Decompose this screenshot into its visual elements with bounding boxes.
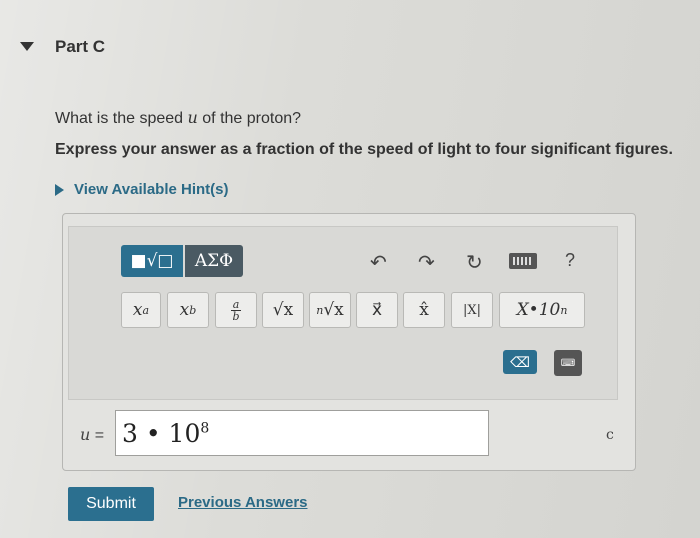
input-mode-switch: ■√□ ΑΣΦ <box>121 245 243 277</box>
keyboard-shortcuts-icon[interactable] <box>509 253 537 269</box>
previous-answers-link[interactable]: Previous Answers <box>178 494 308 511</box>
keyboard-toggle-button[interactable]: ⌨ <box>554 350 582 376</box>
absolute-value-button[interactable]: |X| <box>451 292 493 328</box>
question-text: What is the speed u of the proton? <box>55 108 302 127</box>
sqrt-button[interactable]: √x <box>262 292 304 328</box>
scientific-notation-button[interactable]: X• 10 n <box>499 292 585 328</box>
speed-variable: u <box>187 108 198 127</box>
hint-label: View Available Hint(s) <box>74 181 229 198</box>
delete-button[interactable]: ⌫ <box>503 350 537 374</box>
unit-vector-button[interactable]: x̂ <box>403 292 445 328</box>
vector-button[interactable]: x⃗ <box>356 292 398 328</box>
symbols-mode-button[interactable]: ΑΣΦ <box>185 245 243 277</box>
unit-label: c <box>606 427 614 443</box>
collapse-triangle-icon[interactable] <box>20 42 34 51</box>
fraction-button[interactable]: a b <box>215 292 257 328</box>
subscript-button[interactable]: xb <box>167 292 209 328</box>
view-hints-link[interactable]: View Available Hint(s) <box>55 181 229 198</box>
part-title: Part C <box>55 37 106 56</box>
submit-button[interactable]: Submit <box>68 487 154 521</box>
instruction-text: Express your answer as a fraction of the… <box>55 141 673 158</box>
help-icon[interactable]: ? <box>565 250 575 271</box>
nth-root-button[interactable]: n √x <box>309 292 351 328</box>
superscript-button[interactable]: xa <box>121 292 161 328</box>
redo-icon[interactable]: ↷ <box>418 250 435 275</box>
undo-icon[interactable]: ↶ <box>370 250 387 275</box>
reset-icon[interactable]: ↻ <box>466 250 483 275</box>
answer-input[interactable]: 3 • 108 <box>115 410 489 456</box>
triangle-right-icon <box>55 183 64 196</box>
answer-label: u = <box>80 425 105 444</box>
templates-mode-button[interactable]: ■√□ <box>121 245 183 277</box>
